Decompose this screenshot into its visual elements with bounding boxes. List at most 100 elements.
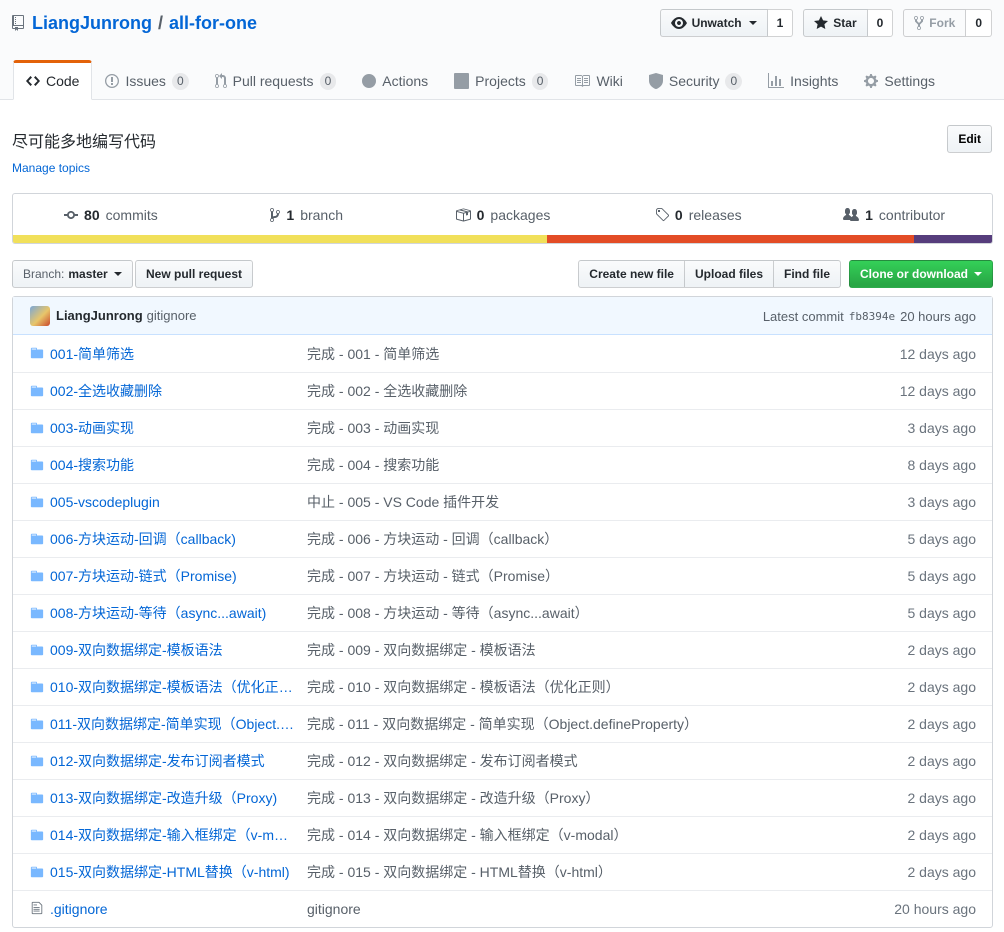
- file-name-link[interactable]: 007-方块运动-链式（Promise): [50, 566, 294, 586]
- file-name-link[interactable]: 010-双向数据绑定-模板语法（优化正则): [50, 677, 294, 697]
- table-row: 006-方块运动-回调（callback) 完成 - 006 - 方块运动 - 回…: [13, 520, 992, 557]
- commits-link[interactable]: 80 commits: [13, 194, 209, 235]
- folder-icon: [30, 866, 44, 878]
- commit-age: 20 hours ago: [900, 308, 976, 324]
- tab-wiki[interactable]: Wiki: [561, 60, 635, 100]
- file-name-link[interactable]: 005-vscodeplugin: [50, 494, 294, 510]
- commit-message-link[interactable]: 完成 - 012 - 双向数据绑定 - 发布订阅者模式: [307, 751, 807, 771]
- commit-message-link[interactable]: 完成 - 007 - 方块运动 - 链式（Promise）: [307, 566, 807, 586]
- package-icon: [455, 208, 471, 221]
- clone-or-download-button[interactable]: Clone or download: [849, 260, 993, 288]
- folder-icon: [30, 570, 44, 582]
- commit-message-link[interactable]: gitignore: [147, 308, 197, 323]
- file-name-link[interactable]: 009-双向数据绑定-模板语法: [50, 640, 294, 660]
- tab-code[interactable]: Code: [13, 60, 93, 100]
- forks-count[interactable]: 0: [966, 9, 992, 37]
- commit-message-link[interactable]: 完成 - 004 - 搜索功能: [307, 455, 807, 475]
- contributors-count: 1: [865, 206, 873, 223]
- tab-issues[interactable]: Issues 0: [92, 60, 201, 100]
- repo-header: LiangJunrong / all-for-one Unwatch 1 Sta…: [0, 0, 1004, 100]
- tab-projects[interactable]: Projects 0: [441, 60, 561, 100]
- commit-message-link[interactable]: 完成 - 011 - 双向数据绑定 - 简单实现（Object.definePr…: [307, 714, 807, 734]
- commit-message-link[interactable]: 完成 - 013 - 双向数据绑定 - 改造升级（Proxy）: [307, 788, 807, 808]
- file-name-link[interactable]: 002-全选收藏删除: [50, 381, 294, 401]
- star-button[interactable]: Star: [803, 9, 868, 37]
- tab-wiki-label: Wiki: [596, 73, 623, 89]
- file-age: 5 days ago: [907, 605, 977, 621]
- branch-select-button[interactable]: Branch: master: [12, 260, 133, 288]
- tab-security[interactable]: Security 0: [636, 60, 755, 100]
- file-name-link[interactable]: 014-双向数据绑定-输入框绑定（v-modal): [50, 825, 294, 845]
- commit-message-link[interactable]: 完成 - 015 - 双向数据绑定 - HTML替换（v-html）: [307, 862, 807, 882]
- file-name-link[interactable]: 008-方块运动-等待（async...await): [50, 603, 294, 623]
- commit-message-link[interactable]: 完成 - 008 - 方块运动 - 等待（async...await）: [307, 603, 807, 623]
- table-row: 012-双向数据绑定-发布订阅者模式 完成 - 012 - 双向数据绑定 - 发布…: [13, 742, 992, 779]
- eye-icon: [670, 17, 687, 29]
- commit-message-link[interactable]: 完成 - 014 - 双向数据绑定 - 输入框绑定（v-modal）: [307, 825, 807, 845]
- folder-icon: [30, 422, 44, 434]
- repo-owner-link[interactable]: LiangJunrong: [32, 11, 152, 35]
- stargazers-count[interactable]: 0: [867, 9, 894, 37]
- language-segment[interactable]: [13, 235, 547, 243]
- packages-link[interactable]: 0 packages: [405, 194, 601, 235]
- file-name-link[interactable]: 011-双向数据绑定-简单实现（Object.defineProperty): [50, 714, 294, 734]
- file-age: 2 days ago: [907, 827, 977, 843]
- file-age: 2 days ago: [907, 790, 977, 806]
- tag-icon: [655, 207, 669, 221]
- packages-label: packages: [490, 206, 551, 223]
- commit-message-link[interactable]: 完成 - 006 - 方块运动 - 回调（callback）: [307, 529, 807, 549]
- file-age: 2 days ago: [907, 716, 977, 732]
- commit-message-link[interactable]: 完成 - 010 - 双向数据绑定 - 模板语法（优化正则）: [307, 677, 807, 697]
- file-name-link[interactable]: 012-双向数据绑定-发布订阅者模式: [50, 751, 294, 771]
- file-name-link[interactable]: 013-双向数据绑定-改造升级（Proxy): [50, 788, 294, 808]
- commit-sha-link[interactable]: fb8394e: [849, 310, 895, 323]
- file-age: 2 days ago: [907, 753, 977, 769]
- file-name-link[interactable]: 004-搜索功能: [50, 455, 294, 475]
- fork-icon: [914, 15, 925, 31]
- branch-prefix: Branch:: [23, 267, 65, 281]
- edit-description-button[interactable]: Edit: [947, 125, 992, 153]
- fork-button[interactable]: Fork: [903, 9, 967, 37]
- latest-commit-bar: LiangJunrong gitignore Latest commit fb8…: [13, 297, 992, 335]
- commit-message-link[interactable]: 完成 - 002 - 全选收藏删除: [307, 381, 807, 401]
- contributors-link[interactable]: 1 contributor: [796, 194, 992, 235]
- commit-message-link[interactable]: 中止 - 005 - VS Code 插件开发: [307, 492, 807, 512]
- avatar[interactable]: [30, 305, 50, 326]
- tab-security-label: Security: [668, 73, 720, 89]
- commit-message-link[interactable]: 完成 - 003 - 动画实现: [307, 418, 807, 438]
- releases-link[interactable]: 0 releases: [600, 194, 796, 235]
- file-name-link[interactable]: .gitignore: [50, 901, 294, 917]
- file-name-link[interactable]: 015-双向数据绑定-HTML替换（v-html): [50, 862, 294, 882]
- tab-actions[interactable]: Actions: [349, 60, 441, 100]
- table-row: 003-动画实现 完成 - 003 - 动画实现 3 days ago: [13, 409, 992, 446]
- language-segment[interactable]: [913, 235, 992, 243]
- language-bar[interactable]: [13, 235, 992, 243]
- folder-icon: [30, 496, 44, 508]
- file-navigation: Branch: master New pull request Create n…: [12, 260, 993, 289]
- create-new-file-button[interactable]: Create new file: [578, 260, 685, 288]
- new-pull-request-button[interactable]: New pull request: [135, 260, 254, 288]
- file-name-link[interactable]: 001-简单筛选: [50, 344, 294, 364]
- upload-files-button[interactable]: Upload files: [683, 260, 774, 288]
- tab-insights[interactable]: Insights: [755, 60, 851, 100]
- repo-name-link[interactable]: all-for-one: [169, 11, 257, 35]
- caret-down-icon: [113, 272, 122, 276]
- tab-pull-requests[interactable]: Pull requests 0: [202, 60, 350, 100]
- tab-actions-label: Actions: [382, 73, 429, 89]
- commit-message-link[interactable]: 完成 - 001 - 简单筛选: [307, 344, 807, 364]
- manage-topics-link[interactable]: Manage topics: [12, 161, 90, 175]
- file-name-link[interactable]: 006-方块运动-回调（callback): [50, 529, 294, 549]
- commit-message-link[interactable]: 完成 - 009 - 双向数据绑定 - 模板语法: [307, 640, 807, 660]
- folder-icon: [30, 829, 44, 841]
- tab-settings-label: Settings: [884, 73, 935, 89]
- watchers-count[interactable]: 1: [767, 9, 794, 37]
- tab-settings[interactable]: Settings: [851, 60, 948, 100]
- commit-message-link[interactable]: gitignore: [307, 901, 807, 917]
- unwatch-button[interactable]: Unwatch: [659, 9, 768, 37]
- file-age: 2 days ago: [907, 864, 977, 880]
- file-name-link[interactable]: 003-动画实现: [50, 418, 294, 438]
- branches-link[interactable]: 1 branch: [209, 194, 405, 235]
- find-file-button[interactable]: Find file: [773, 260, 841, 288]
- commit-author-link[interactable]: LiangJunrong: [56, 308, 143, 323]
- language-segment[interactable]: [546, 235, 914, 243]
